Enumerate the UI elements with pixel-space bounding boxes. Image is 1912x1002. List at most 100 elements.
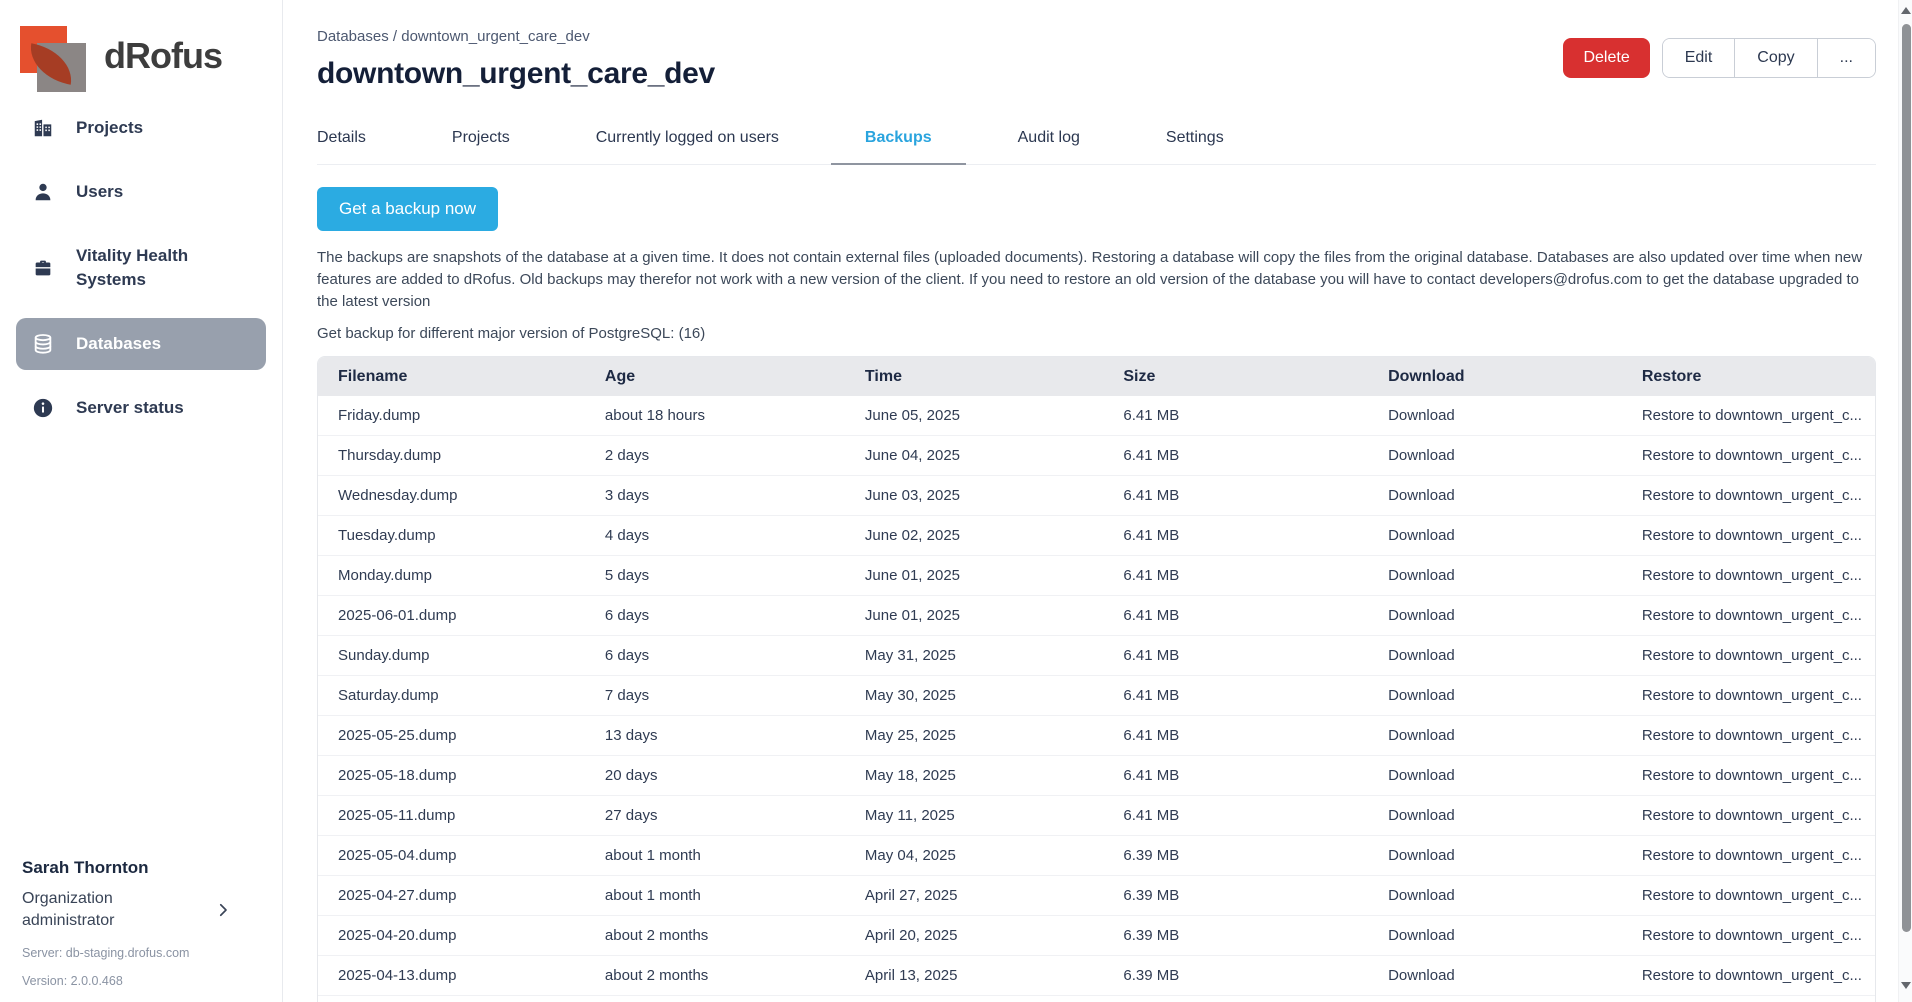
restore-link[interactable]: Restore to downtown_urgent_c... [1626, 955, 1875, 995]
table-row: 2025-05-11.dump27 daysMay 11, 20256.41 M… [318, 795, 1875, 835]
user-block: Sarah Thornton Organization administrato… [16, 858, 266, 988]
filename-cell: Monday.dump [318, 555, 589, 595]
scrollbar-thumb[interactable] [1902, 24, 1911, 932]
restore-link[interactable]: Restore to downtown_urgent_c... [1626, 715, 1875, 755]
size-cell: 6.41 MB [1107, 595, 1372, 635]
header-actions: Delete Edit Copy ... [1563, 38, 1876, 78]
restore-link[interactable]: Restore to downtown_urgent_c... [1626, 755, 1875, 795]
time-cell: June 01, 2025 [849, 595, 1107, 635]
table-row: 2025-06-01.dump6 daysJune 01, 20256.41 M… [318, 595, 1875, 635]
table-row: Sunday.dump6 daysMay 31, 20256.41 MBDown… [318, 635, 1875, 675]
restore-link[interactable]: Restore to downtown_urgent_c... [1626, 396, 1875, 435]
restore-link[interactable]: Restore to downtown_urgent_c... [1626, 635, 1875, 675]
sidebar-item-databases[interactable]: Databases [16, 318, 266, 370]
restore-link[interactable]: Restore to downtown_urgent_c... [1626, 675, 1875, 715]
column-header-filename: Filename [318, 357, 589, 396]
get-backup-button[interactable]: Get a backup now [317, 187, 498, 231]
download-link[interactable]: Download [1372, 475, 1626, 515]
filename-cell: Tuesday.dump [318, 515, 589, 555]
size-cell: 6.39 MB [1107, 835, 1372, 875]
download-link[interactable]: Download [1372, 675, 1626, 715]
time-cell: June 01, 2025 [849, 555, 1107, 595]
download-link[interactable]: Download [1372, 635, 1626, 675]
download-link[interactable]: Download [1372, 435, 1626, 475]
table-row: Saturday.dump7 daysMay 30, 20256.41 MBDo… [318, 675, 1875, 715]
size-cell: 6.41 MB [1107, 635, 1372, 675]
time-cell: June 04, 2025 [849, 435, 1107, 475]
download-link[interactable]: Download [1372, 995, 1626, 1002]
restore-link[interactable]: Restore to downtown_urgent_c... [1626, 475, 1875, 515]
time-cell: May 31, 2025 [849, 635, 1107, 675]
delete-button[interactable]: Delete [1563, 38, 1649, 78]
restore-link[interactable]: Restore to downtown_urgent_c... [1626, 995, 1875, 1002]
tab-backups[interactable]: Backups [865, 115, 932, 164]
filename-cell: 2025-04-06.dump [318, 995, 589, 1002]
tab-projects[interactable]: Projects [452, 115, 510, 164]
column-header-size: Size [1107, 357, 1372, 396]
download-link[interactable]: Download [1372, 715, 1626, 755]
sidebar-nav: Projects Users Vitality Health Systems Data… [16, 102, 266, 446]
time-cell: May 30, 2025 [849, 675, 1107, 715]
postgres-version-link[interactable]: (16) [679, 325, 706, 342]
time-cell: April 13, 2025 [849, 955, 1107, 995]
copy-button[interactable]: Copy [1734, 39, 1816, 77]
restore-link[interactable]: Restore to downtown_urgent_c... [1626, 875, 1875, 915]
age-cell: 13 days [589, 715, 849, 755]
tab-audit-log[interactable]: Audit log [1018, 115, 1080, 164]
restore-link[interactable]: Restore to downtown_urgent_c... [1626, 835, 1875, 875]
sidebar-item-users[interactable]: Users [16, 166, 266, 218]
table-row: 2025-05-18.dump20 daysMay 18, 20256.41 M… [318, 755, 1875, 795]
buildings-icon [32, 117, 54, 139]
download-link[interactable]: Download [1372, 875, 1626, 915]
tab-details[interactable]: Details [317, 115, 366, 164]
restore-link[interactable]: Restore to downtown_urgent_c... [1626, 555, 1875, 595]
download-link[interactable]: Download [1372, 755, 1626, 795]
size-cell: 6.39 MB [1107, 995, 1372, 1002]
scroll-down-arrow-icon[interactable] [1901, 982, 1911, 989]
edit-button[interactable]: Edit [1663, 39, 1735, 77]
filename-cell: 2025-05-25.dump [318, 715, 589, 755]
tab-currently-logged-on-users[interactable]: Currently logged on users [596, 115, 779, 164]
size-cell: 6.41 MB [1107, 396, 1372, 435]
age-cell: about 1 month [589, 875, 849, 915]
size-cell: 6.41 MB [1107, 755, 1372, 795]
scroll-up-arrow-icon[interactable] [1901, 7, 1911, 14]
table-row: Thursday.dump2 daysJune 04, 20256.41 MBD… [318, 435, 1875, 475]
sidebar-item-vitality-health-systems[interactable]: Vitality Health Systems [16, 230, 266, 306]
user-menu[interactable]: Organization administrator [22, 888, 260, 932]
breadcrumb-databases-link[interactable]: Databases [317, 28, 389, 45]
more-actions-button[interactable]: ... [1817, 39, 1875, 77]
column-header-age: Age [589, 357, 849, 396]
restore-link[interactable]: Restore to downtown_urgent_c... [1626, 795, 1875, 835]
user-role: Organization administrator [22, 888, 182, 932]
download-link[interactable]: Download [1372, 515, 1626, 555]
download-link[interactable]: Download [1372, 915, 1626, 955]
tab-settings[interactable]: Settings [1166, 115, 1224, 164]
action-button-group: Edit Copy ... [1662, 38, 1876, 78]
filename-cell: Wednesday.dump [318, 475, 589, 515]
size-cell: 6.41 MB [1107, 715, 1372, 755]
download-link[interactable]: Download [1372, 835, 1626, 875]
download-link[interactable]: Download [1372, 555, 1626, 595]
tabs-row: Details Projects Currently logged on users… [317, 115, 1876, 165]
table-row: Friday.dumpabout 18 hoursJune 05, 20256.… [318, 396, 1875, 435]
table-row: 2025-04-20.dumpabout 2 monthsApril 20, 2… [318, 915, 1875, 955]
backups-description: The backups are snapshots of the databas… [317, 247, 1867, 313]
restore-link[interactable]: Restore to downtown_urgent_c... [1626, 435, 1875, 475]
time-cell: June 02, 2025 [849, 515, 1107, 555]
download-link[interactable]: Download [1372, 795, 1626, 835]
restore-link[interactable]: Restore to downtown_urgent_c... [1626, 515, 1875, 555]
age-cell: about 2 months [589, 955, 849, 995]
time-cell: May 18, 2025 [849, 755, 1107, 795]
filename-cell: Sunday.dump [318, 635, 589, 675]
restore-link[interactable]: Restore to downtown_urgent_c... [1626, 915, 1875, 955]
download-link[interactable]: Download [1372, 955, 1626, 995]
sidebar-item-server-status[interactable]: Server status [16, 382, 266, 434]
restore-link[interactable]: Restore to downtown_urgent_c... [1626, 595, 1875, 635]
sidebar-item-projects[interactable]: Projects [16, 102, 266, 154]
size-cell: 6.39 MB [1107, 915, 1372, 955]
download-link[interactable]: Download [1372, 595, 1626, 635]
breadcrumb: Databases / downtown_urgent_care_dev [317, 28, 715, 45]
download-link[interactable]: Download [1372, 396, 1626, 435]
time-cell: May 25, 2025 [849, 715, 1107, 755]
